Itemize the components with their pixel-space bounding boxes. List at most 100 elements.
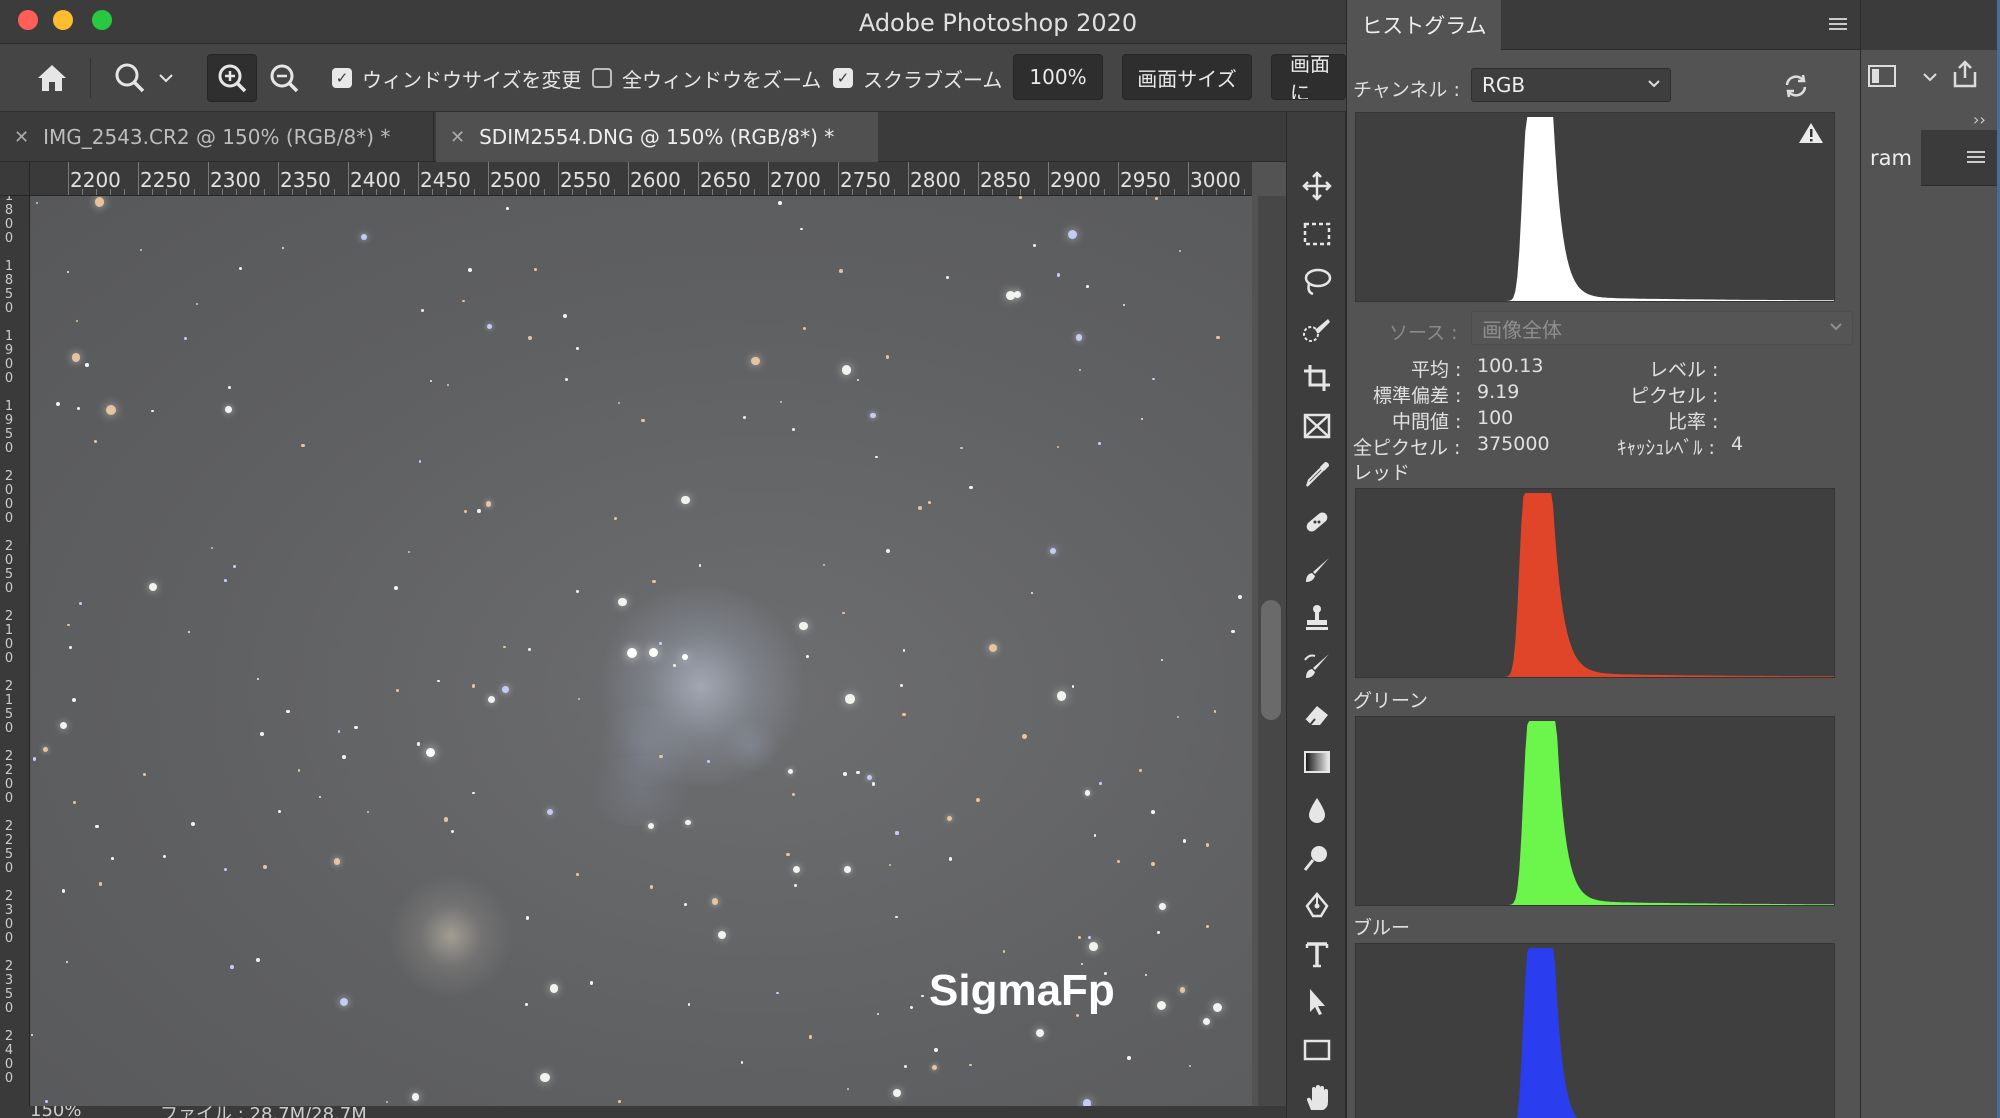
- tab-histogram-collapsed[interactable]: ram: [1861, 130, 1921, 186]
- green-channel-label: グリーン: [1353, 690, 1429, 712]
- healing-brush-tool-icon[interactable]: [1297, 502, 1337, 542]
- zoom-in-mode-button[interactable]: [207, 54, 257, 102]
- panel-menu-icon[interactable]: [1965, 148, 1987, 166]
- rectangle-tool-icon[interactable]: [1297, 1030, 1337, 1070]
- star: [1157, 930, 1161, 934]
- star: [1179, 249, 1182, 253]
- marquee-tool-icon[interactable]: [1297, 214, 1337, 254]
- ruler-origin[interactable]: [0, 162, 30, 196]
- zoom-all-windows-checkbox[interactable]: 全ウィンドウをズーム: [592, 44, 821, 112]
- move-tool-icon[interactable]: [1297, 166, 1337, 206]
- star: [846, 1088, 849, 1091]
- gradient-tool-icon[interactable]: [1297, 742, 1337, 782]
- close-tab-icon[interactable]: ✕: [450, 127, 465, 148]
- cache-warning-icon[interactable]: [1798, 121, 1824, 145]
- home-icon[interactable]: [32, 58, 72, 98]
- star: [76, 406, 81, 411]
- tab-sdim2554[interactable]: ✕ SDIM2554.DNG @ 150% (RGB/8*) *: [436, 112, 878, 162]
- channel-select[interactable]: RGB: [1471, 68, 1671, 102]
- ruler-minor-tick: [964, 189, 965, 195]
- type-tool-icon[interactable]: [1297, 934, 1337, 974]
- scrubby-zoom-checkbox[interactable]: ✓ スクラブズーム: [833, 44, 1002, 112]
- star: [902, 712, 906, 717]
- star: [502, 685, 510, 693]
- star: [407, 551, 410, 554]
- std-dev-value: 9.19: [1477, 381, 1520, 403]
- chevron-down-icon[interactable]: [156, 68, 176, 88]
- zoom-out-mode-icon[interactable]: [264, 58, 304, 98]
- tab-img-2543[interactable]: ✕ IMG_2543.CR2 @ 150% (RGB/8*) *: [0, 112, 434, 162]
- star: [229, 965, 234, 969]
- star: [98, 882, 103, 886]
- history-brush-tool-icon[interactable]: [1297, 646, 1337, 686]
- ruler-minor-tick: [334, 189, 335, 195]
- chevron-down-icon[interactable]: [1921, 68, 1939, 86]
- star: [1176, 715, 1180, 718]
- ruler-minor-tick: [1104, 189, 1105, 195]
- watermark-text: SigmaFp: [929, 966, 1115, 1015]
- pen-tool-icon[interactable]: [1297, 886, 1337, 926]
- star: [430, 379, 433, 382]
- tab-histogram[interactable]: ヒストグラム: [1347, 0, 1501, 50]
- star: [282, 246, 285, 249]
- star: [486, 324, 493, 330]
- source-select[interactable]: 画像全体: [1471, 311, 1853, 345]
- star: [68, 645, 72, 649]
- star: [1127, 1056, 1131, 1060]
- star: [681, 495, 690, 505]
- ruler-label: 2150: [4, 679, 14, 736]
- quick-selection-tool-icon[interactable]: [1297, 310, 1337, 350]
- star: [717, 930, 726, 939]
- histogram-curve: [1517, 947, 1577, 1118]
- fit-screen-button[interactable]: 画面サイズ: [1122, 54, 1252, 100]
- ruler-tick: [1048, 162, 1049, 195]
- ruler-label: 2850: [980, 168, 1031, 192]
- lasso-tool-icon[interactable]: [1297, 262, 1337, 302]
- vertical-ruler[interactable]: 1800 1850 1900 1950 2000 2050 2100 2150 2200 2250…: [0, 196, 30, 1106]
- clone-stamp-tool-icon[interactable]: [1297, 598, 1337, 638]
- star: [210, 546, 214, 550]
- frame-tool-icon[interactable]: [1297, 406, 1337, 446]
- star: [239, 267, 243, 271]
- star: [808, 1035, 813, 1039]
- refresh-icon[interactable]: [1781, 71, 1811, 101]
- star: [525, 1003, 529, 1006]
- path-selection-tool-icon[interactable]: [1297, 982, 1337, 1022]
- star: [337, 730, 341, 733]
- brush-tool-icon[interactable]: [1297, 550, 1337, 590]
- resize-windows-checkbox[interactable]: ✓ ウィンドウサイズを変更: [332, 44, 581, 112]
- dodge-tool-icon[interactable]: [1297, 838, 1337, 878]
- eraser-tool-icon[interactable]: [1297, 694, 1337, 734]
- horizontal-ruler[interactable]: 2200 2250 2300 2350 2400 2450 2500 2550 2600 2650…: [30, 162, 1252, 196]
- close-tab-icon[interactable]: ✕: [14, 127, 29, 148]
- document-canvas[interactable]: SigmaFp: [31, 196, 1252, 1106]
- star: [799, 621, 808, 631]
- star: [921, 994, 924, 998]
- star: [845, 694, 855, 704]
- ruler-minor-tick: [404, 189, 405, 195]
- share-icon[interactable]: [1949, 58, 1981, 90]
- panel-menu-icon[interactable]: [1827, 14, 1849, 32]
- eyedropper-tool-icon[interactable]: [1297, 454, 1337, 494]
- star: [1032, 243, 1036, 247]
- ruler-label: 2950: [1120, 168, 1171, 192]
- nebula-glow: [386, 876, 516, 996]
- document-info[interactable]: ファイル : 28.7M/28.7M: [160, 1106, 367, 1118]
- zoom-100-button[interactable]: 100%: [1013, 54, 1103, 100]
- star: [989, 644, 998, 653]
- star: [65, 961, 69, 964]
- star: [1138, 769, 1142, 773]
- expand-panels-icon[interactable]: ››: [1973, 110, 1986, 129]
- fill-screen-button[interactable]: 画面に: [1271, 54, 1346, 100]
- star: [151, 409, 154, 413]
- ruler-label: 2350: [4, 959, 14, 1016]
- zoom-level[interactable]: 150%: [30, 1106, 81, 1118]
- star: [652, 579, 657, 584]
- star: [885, 355, 889, 359]
- vertical-scroll-thumb[interactable]: [1261, 600, 1281, 720]
- zoom-tool-preset-icon[interactable]: [110, 58, 150, 98]
- hand-tool-icon[interactable]: [1297, 1078, 1337, 1118]
- blur-tool-icon[interactable]: [1297, 790, 1337, 830]
- workspace-icon[interactable]: [1867, 62, 1899, 90]
- crop-tool-icon[interactable]: [1297, 358, 1337, 398]
